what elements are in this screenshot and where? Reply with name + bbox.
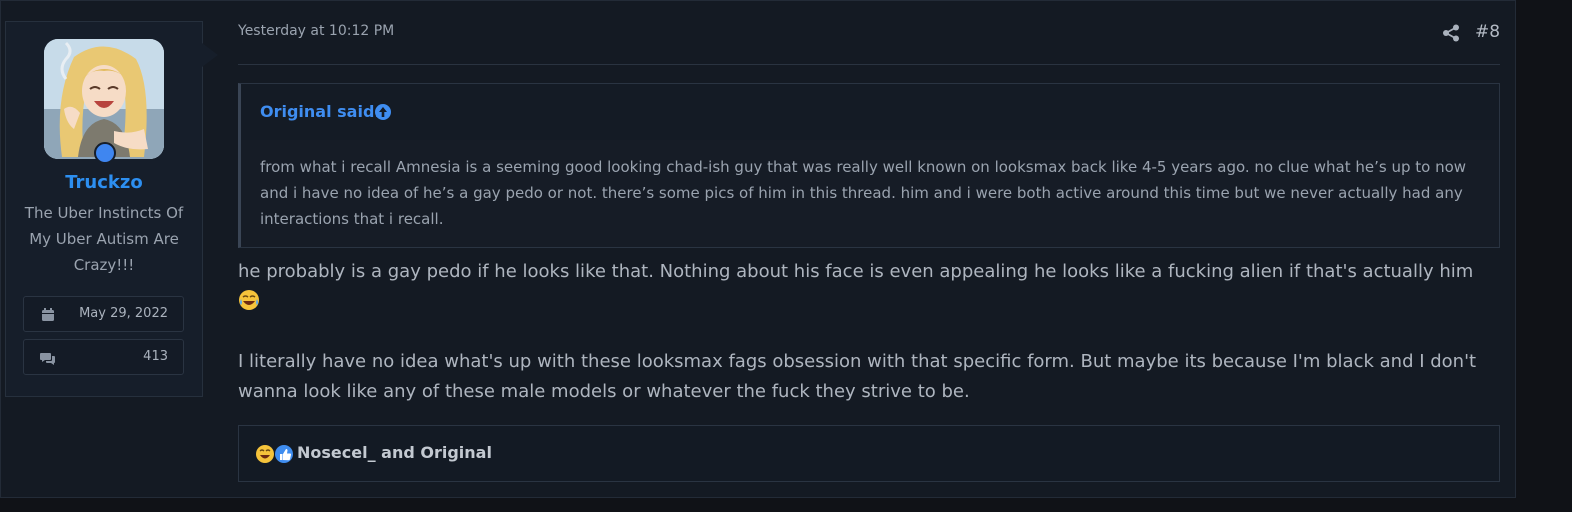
user-avatar[interactable] [44, 39, 164, 159]
message-paragraph: he probably is a gay pedo if he looks li… [238, 257, 1493, 317]
user-panel-arrow [202, 43, 218, 67]
message-paragraph: I literally have no idea what's up with … [238, 351, 1477, 402]
reaction-icons [256, 445, 293, 463]
reactions-bar[interactable]: Nosecel_ and Original [238, 425, 1500, 482]
post-number-link[interactable]: #8 [1475, 22, 1500, 42]
comments-icon [40, 353, 55, 365]
message-paragraph-text: he probably is a gay pedo if he looks li… [238, 261, 1474, 282]
anime-character-avatar-icon [44, 39, 164, 159]
post-container: Truckzo The Uber Instincts Of My Uber Au… [0, 0, 1516, 498]
quote-block: Original said: from what i recall Amnesi… [238, 83, 1500, 248]
arrow-circle-up-icon[interactable] [374, 103, 392, 121]
message-body: he probably is a gay pedo if he looks li… [238, 257, 1493, 437]
joined-date-stat: May 29, 2022 [23, 296, 184, 332]
share-icon[interactable] [1442, 24, 1460, 42]
quote-header: Original said: [241, 84, 1499, 140]
thumbs-up-emoji-icon [275, 445, 293, 463]
online-status-dot [94, 142, 116, 164]
message-count-value: 413 [143, 349, 168, 364]
post-date-link[interactable]: Yesterday at 10:12 PM [238, 23, 394, 39]
calendar-icon [42, 308, 54, 321]
joined-date-value: May 29, 2022 [79, 306, 168, 321]
quote-author-link[interactable]: Original said: [260, 102, 381, 121]
crying-laughing-emoji-icon [256, 445, 274, 463]
user-title: The Uber Instincts Of My Uber Autism Are… [24, 204, 184, 274]
username-link[interactable]: Truckzo [6, 172, 202, 193]
user-info-panel: Truckzo The Uber Instincts Of My Uber Au… [5, 21, 203, 397]
message-count-stat: 413 [23, 339, 184, 375]
header-divider [238, 64, 1500, 65]
page-margin [1517, 0, 1572, 512]
crying-laughing-emoji-icon [239, 290, 259, 310]
quote-text: from what i recall Amnesia is a seeming … [260, 158, 1467, 228]
reactions-users-link[interactable]: Nosecel_ and Original [297, 443, 492, 462]
